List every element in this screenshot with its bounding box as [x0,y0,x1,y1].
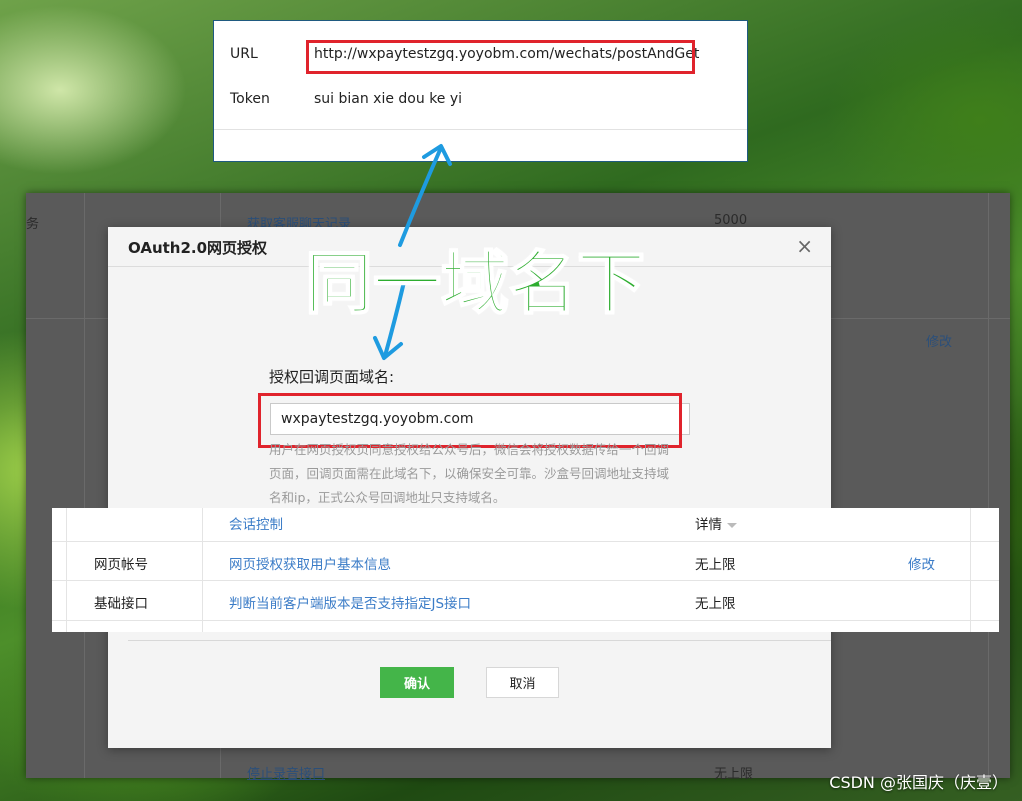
table-column-divider [202,508,203,632]
url-highlight-box [306,40,695,74]
domain-hint-text: 用户在网页授权页同意授权给公众号后，微信会将授权数据传给一个回调页面，回调页面需… [269,442,670,505]
confirm-button[interactable]: 确认 [380,667,454,698]
callback-domain-label: 授权回调页面域名: [269,368,395,386]
bg-column-divider [84,193,85,778]
row-limit: 无上限 [695,557,736,573]
table-row-divider [52,580,999,581]
interface-permission-table: 会话控制 详情 网页帐号 网页授权获取用户基本信息 无上限 修改 基础接口 判断… [52,508,999,632]
bg-limit-value: 无上限 [714,767,754,782]
bg-link-stop-record[interactable]: 停止录音接口 [247,763,325,782]
table-row-divider [52,620,999,621]
session-control-link[interactable]: 会话控制 [229,513,283,533]
same-domain-caption: 同一域名下 [304,244,646,325]
bg-column-divider [988,193,989,778]
url-label: URL [230,46,258,62]
csdn-watermark: CSDN @张国庆（庆壹） [829,773,1008,792]
chevron-down-icon [727,522,737,528]
row-limit: 无上限 [695,596,736,612]
token-label: Token [230,91,270,107]
server-config-card: URL http://wxpaytestzgq.yoyobm.com/wecha… [213,20,748,162]
row-edit-link[interactable]: 修改 [908,553,935,573]
row-interface-link[interactable]: 网页授权获取用户基本信息 [229,553,391,573]
modal-title: OAuth2.0网页授权 [128,239,268,257]
bg-edit-link[interactable]: 修改 [926,331,952,350]
close-icon[interactable]: × [796,235,813,257]
table-column-divider [66,508,67,632]
table-row-divider [52,541,999,542]
row-interface-link[interactable]: 判断当前客户端版本是否支持指定JS接口 [229,592,471,612]
modal-footer-divider [128,640,831,641]
bg-limit-value: 5000 [714,213,748,228]
token-value: sui bian xie dou ke yi [314,91,463,107]
bg-category-text: 务 [26,217,40,232]
table-column-divider [970,508,971,632]
row-category: 网页帐号 [94,557,148,573]
cancel-button[interactable]: 取消 [486,667,559,698]
card-divider [214,129,747,130]
row-category: 基础接口 [94,596,148,612]
details-column-header[interactable]: 详情 [695,513,737,533]
details-header-label: 详情 [695,517,722,533]
